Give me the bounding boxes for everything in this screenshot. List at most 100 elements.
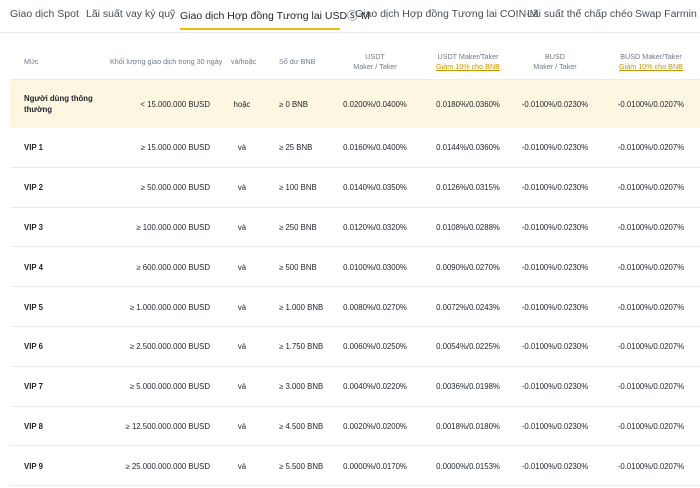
usdt-discount-fee-cell: 0.0000%/0.0153% [436, 461, 500, 471]
header-level: Mức [24, 57, 39, 66]
tabs-divider [0, 32, 700, 33]
header-busd-discount: BUSD Maker/Taker Giảm 10% cho BNB [611, 52, 691, 72]
header-usdt-discount-title: USDT Maker/Taker [437, 52, 499, 61]
busd-discount-fee-cell: -0.0100%/0.0207% [617, 461, 685, 471]
table-row: VIP 5 ≥ 1.000.000.000 BUSD và ≥ 1.000 BNB 0.… [10, 287, 700, 327]
fee-category-tabs: Giao dịch Spot Lãi suất vay ký quỹ Giao … [0, 0, 700, 33]
usdt-discount-fee-cell: 0.0144%/0.0360% [436, 143, 500, 153]
usdt-fee-cell: 0.0040%/0.0220% [343, 382, 407, 392]
table-body: Người dùng thông thường < 15.000.000 BUSD… [10, 80, 700, 487]
busd-fee-cell: -0.0100%/0.0230% [521, 461, 589, 471]
and-or-cell: và [237, 421, 247, 431]
header-volume: Khối lượng giao dịch trong 30 ngày [110, 57, 223, 66]
busd-fee-cell: -0.0100%/0.0230% [521, 183, 589, 193]
tab-spot[interactable]: Giao dịch Spot [10, 8, 79, 20]
header-usdt-maker-taker: USDT Maker / Taker [340, 52, 410, 72]
usdt-discount-fee-cell: 0.0108%/0.0288% [436, 222, 500, 232]
tier-cell: VIP 5 [24, 302, 43, 312]
tier-cell: VIP 3 [24, 222, 43, 232]
bnb-balance-cell: ≥ 5.500 BNB [279, 461, 324, 471]
usdt-fee-cell: 0.0140%/0.0350% [343, 183, 407, 193]
busd-fee-cell: -0.0100%/0.0230% [521, 99, 589, 109]
tab-usds-m-futures[interactable]: Giao dịch Hợp đồng Tương lai USDⓈ-M [180, 8, 370, 30]
busd-fee-cell: -0.0100%/0.0230% [521, 382, 589, 392]
tier-cell: VIP 7 [24, 382, 43, 392]
bnb-balance-cell: ≥ 100 BNB [279, 183, 317, 193]
usdt-fee-cell: 0.0200%/0.0400% [343, 99, 407, 109]
busd-discount-fee-cell: -0.0100%/0.0207% [617, 222, 685, 232]
usdt-discount-fee-cell: 0.0126%/0.0315% [436, 183, 500, 193]
busd-discount-fee-cell: -0.0100%/0.0207% [617, 262, 685, 272]
busd-fee-cell: -0.0100%/0.0230% [521, 222, 589, 232]
fee-table: Mức Khối lượng giao dịch trong 30 ngày v… [10, 44, 700, 487]
tab-cross-collateral[interactable]: Lãi suất thế chấp chéo [527, 8, 633, 20]
table-row: VIP 6 ≥ 2.500.000.000 BUSD và ≥ 1.750 BNB 0.… [10, 327, 700, 367]
tab-swap-farming[interactable]: Swap Farmin [635, 8, 697, 20]
header-usdt-subtitle: Maker / Taker [353, 62, 397, 71]
tier-cell: VIP 8 [24, 421, 43, 431]
bnb-balance-cell: ≥ 4.500 BNB [279, 421, 324, 431]
table-row: VIP 7 ≥ 5.000.000.000 BUSD và ≥ 3.000 BNB 0.… [10, 367, 700, 407]
header-busd-title: BUSD [545, 52, 565, 61]
and-or-cell: và [237, 342, 247, 352]
busd-discount-fee-cell: -0.0100%/0.0207% [617, 421, 685, 431]
usdt-bnb-discount-link[interactable]: Giảm 10% cho BNB [428, 62, 508, 72]
header-and-or: và/hoặc [231, 57, 257, 66]
and-or-cell: và [237, 183, 247, 193]
header-busd-maker-taker: BUSD Maker / Taker [520, 52, 590, 72]
tier-cell: VIP 1 [24, 143, 43, 153]
table-row: VIP 3 ≥ 100.000.000 BUSD và ≥ 250 BNB 0.0120… [10, 208, 700, 248]
usdt-fee-cell: 0.0160%/0.0400% [343, 143, 407, 153]
bnb-balance-cell: ≥ 250 BNB [279, 222, 317, 232]
busd-fee-cell: -0.0100%/0.0230% [521, 143, 589, 153]
tab-margin-interest[interactable]: Lãi suất vay ký quỹ [86, 8, 175, 20]
tier-cell: VIP 4 [24, 262, 43, 272]
usdt-fee-cell: 0.0020%/0.0200% [343, 421, 407, 431]
usdt-discount-fee-cell: 0.0072%/0.0243% [436, 302, 500, 312]
busd-discount-fee-cell: -0.0100%/0.0207% [617, 183, 685, 193]
busd-fee-cell: -0.0100%/0.0230% [521, 262, 589, 272]
bnb-balance-cell: ≥ 500 BNB [279, 262, 317, 272]
table-row: VIP 2 ≥ 50.000.000 BUSD và ≥ 100 BNB 0.0140%… [10, 168, 700, 208]
tier-cell: VIP 9 [24, 461, 43, 471]
usdt-discount-fee-cell: 0.0036%/0.0198% [436, 382, 500, 392]
table-row-regular-user: Người dùng thông thường < 15.000.000 BUSD… [10, 80, 700, 128]
usdt-fee-cell: 0.0120%/0.0320% [343, 222, 407, 232]
tier-cell: VIP 6 [24, 342, 43, 352]
busd-discount-fee-cell: -0.0100%/0.0207% [617, 143, 685, 153]
busd-discount-fee-cell: -0.0100%/0.0207% [617, 302, 685, 312]
usdt-fee-cell: 0.0100%/0.0300% [343, 262, 407, 272]
usdt-discount-fee-cell: 0.0018%/0.0180% [436, 421, 500, 431]
busd-discount-fee-cell: -0.0100%/0.0207% [617, 382, 685, 392]
table-row: VIP 4 ≥ 600.000.000 BUSD và ≥ 500 BNB 0.0100… [10, 247, 700, 288]
busd-discount-fee-cell: -0.0100%/0.0207% [617, 99, 685, 109]
usdt-discount-fee-cell: 0.0180%/0.0360% [436, 99, 500, 109]
busd-fee-cell: -0.0100%/0.0230% [521, 342, 589, 352]
usdt-fee-cell: 0.0060%/0.0250% [343, 342, 407, 352]
and-or-cell: và [237, 262, 247, 272]
and-or-cell: và [237, 302, 247, 312]
and-or-cell: và [237, 222, 247, 232]
usdt-fee-cell: 0.0080%/0.0270% [343, 302, 407, 312]
tab-usds-m-futures-label: Giao dịch Hợp đồng Tương lai USDⓈ-M [180, 10, 370, 22]
and-or-cell: và [237, 461, 247, 471]
table-header-row: Mức Khối lượng giao dịch trong 30 ngày v… [10, 44, 700, 80]
table-row: VIP 8 ≥ 12.500.000.000 BUSD và ≥ 4.500 BNB 0… [10, 407, 700, 447]
usdt-fee-cell: 0.0000%/0.0170% [343, 461, 407, 471]
header-busd-subtitle: Maker / Taker [533, 62, 577, 71]
and-or-cell: và [237, 143, 247, 153]
busd-fee-cell: -0.0100%/0.0230% [521, 302, 589, 312]
header-usdt-discount: USDT Maker/Taker Giảm 10% cho BNB [428, 52, 508, 72]
and-or-cell: và [237, 382, 247, 392]
bnb-balance-cell: ≥ 1.750 BNB [279, 342, 324, 352]
bnb-balance-cell: ≥ 3.000 BNB [279, 382, 324, 392]
busd-bnb-discount-link[interactable]: Giảm 10% cho BNB [611, 62, 691, 72]
header-usdt-title: USDT [365, 52, 385, 61]
bnb-balance-cell: ≥ 25 BNB [279, 143, 313, 153]
active-tab-indicator [180, 28, 340, 30]
usdt-discount-fee-cell: 0.0090%/0.0270% [436, 262, 500, 272]
tier-cell: VIP 2 [24, 183, 43, 193]
tab-coin-m-futures[interactable]: Giao dịch Hợp đồng Tương lai COIN-M [355, 8, 538, 20]
header-bnb-balance: Số dư BNB [279, 57, 316, 66]
busd-fee-cell: -0.0100%/0.0230% [521, 421, 589, 431]
